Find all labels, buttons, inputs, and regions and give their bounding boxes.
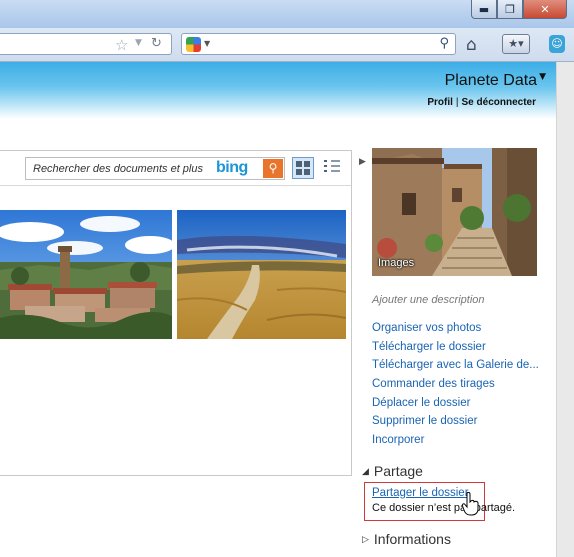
logout-link[interactable]: Se déconnecter	[462, 97, 536, 108]
search-icon[interactable]: ⚲	[439, 36, 449, 51]
add-description-link[interactable]: Ajouter une description	[372, 294, 485, 306]
download-folder-link[interactable]: Télécharger le dossier	[372, 339, 539, 358]
thumbnail-label: Images	[378, 257, 415, 269]
close-button[interactable]: ✕	[523, 0, 567, 19]
page-scrollbar[interactable]	[556, 62, 574, 557]
site-header: Planete Data ▼ Profil | Se déconnecter	[0, 62, 556, 119]
bookmarks-menu-button[interactable]: ★▾	[502, 34, 530, 54]
user-links: Profil | Se déconnecter	[427, 97, 536, 108]
profile-link[interactable]: Profil	[427, 97, 453, 108]
order-prints-link[interactable]: Commander des tirages	[372, 376, 539, 395]
download-with-gallery-link[interactable]: Télécharger avec la Galerie de...	[372, 357, 539, 376]
list-view-icon[interactable]	[324, 159, 340, 175]
thumbnail-view-icon[interactable]	[292, 157, 314, 179]
organize-photos-link[interactable]: Organiser vos photos	[372, 320, 539, 339]
folder-content-panel: Rechercher des documents et plus bing ⚲	[0, 150, 352, 476]
window-controls: ▬ ❐ ✕	[471, 0, 567, 20]
caret-down-icon: ▼	[539, 72, 546, 82]
collapse-sidebar-icon[interactable]: ▶	[359, 157, 366, 167]
folder-actions-list: Organiser vos photos Télécharger le doss…	[372, 320, 539, 451]
move-folder-link[interactable]: Déplacer le dossier	[372, 395, 539, 414]
hand-cursor-icon	[462, 492, 479, 516]
tuscan-village-photo[interactable]	[0, 210, 172, 339]
search-engine-dropdown-icon[interactable]: ▼	[204, 39, 210, 48]
brand-name: Planete Data	[444, 72, 538, 89]
collapsed-triangle-icon: ▷	[362, 535, 369, 545]
info-section-header[interactable]: ▷ Informations	[362, 531, 451, 547]
wheat-field-road-photo[interactable]	[177, 210, 346, 339]
history-dropdown-icon[interactable]: ▼	[135, 38, 142, 48]
share-status-text: Ce dossier n’est pas partagé.	[372, 502, 516, 514]
maximize-button[interactable]: ❐	[497, 0, 523, 19]
info-section-title: Informations	[373, 531, 451, 547]
reload-icon[interactable]: ↻	[151, 36, 162, 51]
sharing-section-title: Partage	[373, 463, 423, 479]
home-icon[interactable]: ⌂	[466, 35, 477, 55]
delete-folder-link[interactable]: Supprimer le dossier	[372, 413, 539, 432]
search-icon[interactable]: ⚲	[263, 159, 283, 178]
addon-icon[interactable]: ☺	[549, 35, 565, 53]
content-toolbar: Rechercher des documents et plus bing ⚲	[0, 151, 351, 186]
share-folder-link[interactable]: Partager le dossier	[372, 487, 469, 499]
link-separator: |	[455, 97, 459, 108]
browser-search-input[interactable]: ▼ ⚲	[181, 33, 456, 55]
bing-logo: bing	[216, 159, 248, 176]
address-bar[interactable]: ☆ ▼ ↻	[0, 33, 172, 55]
sharing-section-header[interactable]: ◢ Partage	[362, 463, 423, 479]
search-placeholder: Rechercher des documents et plus	[33, 163, 203, 175]
bookmark-star-icon[interactable]: ☆	[115, 36, 128, 54]
account-menu[interactable]: Planete Data ▼	[445, 72, 546, 90]
minimize-button[interactable]: ▬	[471, 0, 497, 19]
window-titlebar: ▬ ❐ ✕	[0, 0, 574, 28]
document-search-input[interactable]: Rechercher des documents et plus bing ⚲	[25, 157, 285, 180]
embed-link[interactable]: Incorporer	[372, 432, 539, 451]
expanded-triangle-icon: ◢	[362, 467, 369, 477]
google-icon[interactable]	[186, 37, 201, 52]
browser-toolbar: ☆ ▼ ↻ ▼ ⚲ ⌂ ★▾ ☺	[0, 28, 574, 62]
